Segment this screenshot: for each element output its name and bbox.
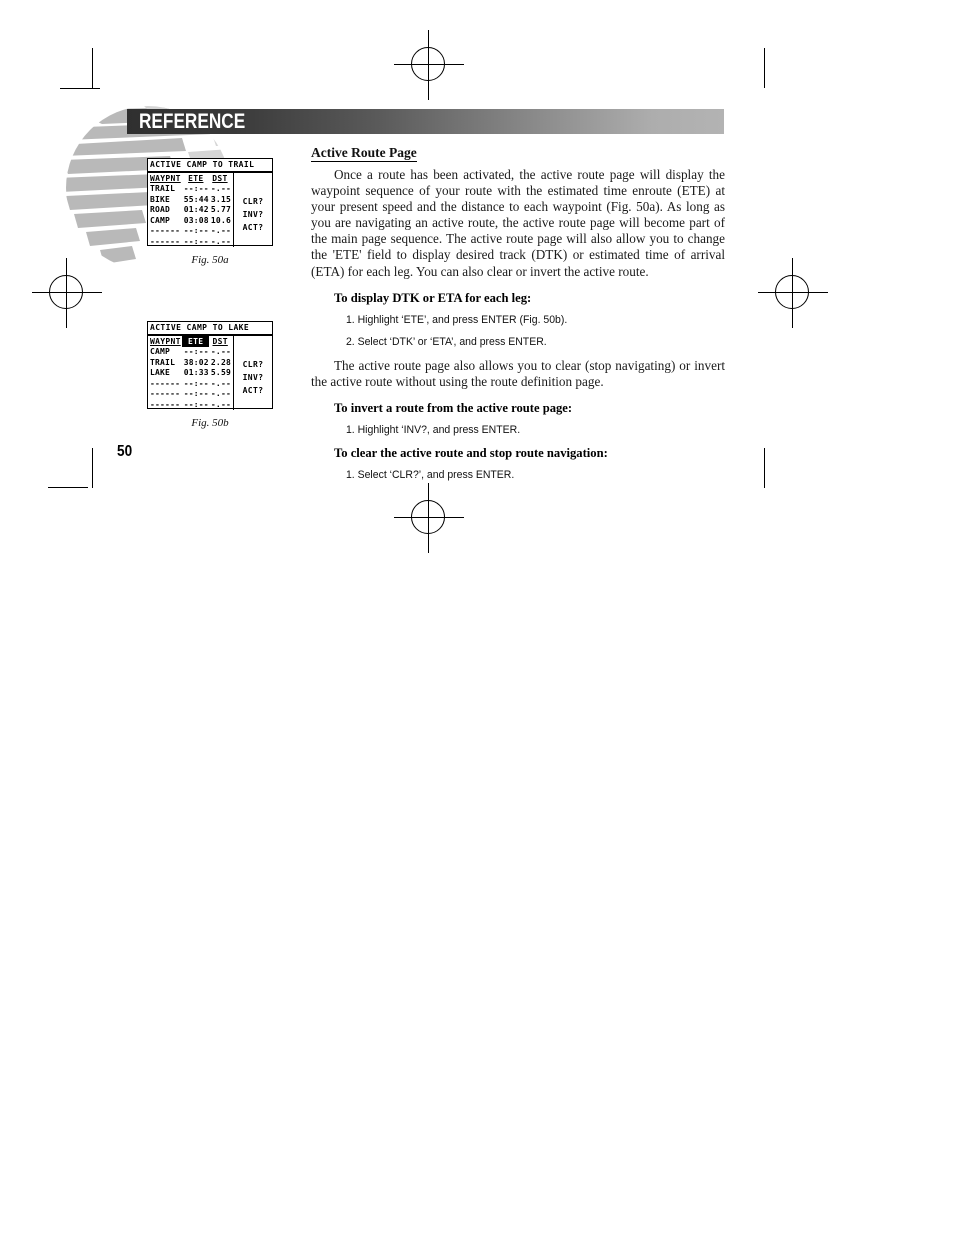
row-ete: --:-- xyxy=(183,399,209,409)
row-dst: 5.77 xyxy=(210,205,231,214)
gps-action-buttons: CLR? INV? ACT? xyxy=(234,336,272,410)
table-row[interactable]: CAMP 03:08 10.6 xyxy=(148,216,233,227)
row-waypoint: ROAD xyxy=(150,205,171,214)
table-row[interactable]: ------ --:-- -.-- xyxy=(148,226,233,237)
gps-table-header: WAYPNT ETE DST xyxy=(148,173,233,184)
row-ete: 55:44 xyxy=(183,194,209,204)
gps-route-table: WAYPNT ETE DST CAMP --:-- -.-- TRAIL 38:… xyxy=(148,336,234,410)
row-waypoint: ------ xyxy=(150,378,181,388)
row-ete: --:-- xyxy=(183,347,209,356)
procedure-step: 1. Highlight ‘ETE’, and press ENTER (Fig… xyxy=(345,313,568,326)
gps-screen-title: ACTIVE CAMP TO LAKE xyxy=(148,322,272,336)
row-ete: --:-- xyxy=(183,236,209,246)
crop-mark-top-left-horizontal xyxy=(60,88,100,89)
clear-route-button[interactable]: CLR? xyxy=(234,358,272,371)
row-ete: --:-- xyxy=(183,389,209,398)
column-header-ete-highlighted[interactable]: ETE xyxy=(181,336,210,347)
row-waypoint: ------ xyxy=(150,236,181,246)
table-row[interactable]: ------ --:-- -.-- xyxy=(148,379,233,390)
procedure-step: 2. Select ‘DTK’ or ‘ETA’, and press ENTE… xyxy=(345,335,547,348)
row-dst: -.-- xyxy=(210,184,231,193)
row-ete: --:-- xyxy=(183,226,209,235)
gps-action-buttons: CLR? INV? ACT? xyxy=(234,173,272,247)
column-header-dst: DST xyxy=(212,174,228,183)
row-dst: 2.28 xyxy=(210,357,231,367)
intro-paragraph: Once a route has been activated, the act… xyxy=(311,167,725,279)
crop-mark-bottom-left-vertical xyxy=(92,448,93,488)
row-waypoint: ------ xyxy=(150,389,181,398)
row-waypoint: LAKE xyxy=(150,368,171,377)
registration-mark-top xyxy=(394,30,464,100)
table-row[interactable]: ------ --:-- -.-- xyxy=(148,400,233,411)
table-row[interactable]: TRAIL --:-- -.-- xyxy=(148,184,233,195)
table-row[interactable]: ------ --:-- -.-- xyxy=(148,389,233,400)
row-dst: -.-- xyxy=(210,226,231,235)
row-dst: 10.6 xyxy=(210,215,231,225)
procedure-step: 1. Highlight ‘INV?, and press ENTER. xyxy=(345,423,521,436)
row-ete: --:-- xyxy=(183,378,209,388)
gps-route-table: WAYPNT ETE DST TRAIL --:-- -.-- BIKE 55:… xyxy=(148,173,234,247)
gps-screen-fig-50b: ACTIVE CAMP TO LAKE WAYPNT ETE DST CAMP … xyxy=(147,321,273,410)
table-row[interactable]: TRAIL 38:02 2.28 xyxy=(148,358,233,369)
row-waypoint: BIKE xyxy=(150,194,171,204)
figure-caption-50b: Fig. 50b xyxy=(191,417,229,429)
row-waypoint: TRAIL xyxy=(150,184,176,193)
row-dst: -.-- xyxy=(210,389,231,398)
row-ete: 38:02 xyxy=(183,357,209,367)
crop-mark-top-right-vertical xyxy=(764,48,765,88)
row-ete: --:-- xyxy=(183,184,209,193)
procedure-heading-clear-route: To clear the active route and stop route… xyxy=(334,445,608,460)
procedure-step: 1. Select ‘CLR?’, and press ENTER. xyxy=(345,468,515,481)
row-waypoint: CAMP xyxy=(150,347,171,356)
row-ete: 01:33 xyxy=(183,368,209,377)
page-number: 50 xyxy=(117,443,133,460)
registration-mark-bottom xyxy=(394,483,464,553)
activate-route-button[interactable]: ACT? xyxy=(234,221,272,234)
middle-paragraph: The active route page also allows you to… xyxy=(311,357,725,389)
page-header-banner: REFERENCE xyxy=(127,109,724,134)
section-title: Active Route Page xyxy=(311,145,417,162)
row-ete: 03:08 xyxy=(183,215,209,225)
table-row[interactable]: BIKE 55:44 3.15 xyxy=(148,195,233,206)
figure-caption-50a: Fig. 50a xyxy=(191,254,229,266)
row-dst: -.-- xyxy=(210,236,231,246)
column-header-waypoint: WAYPNT xyxy=(150,337,181,346)
registration-mark-right xyxy=(758,258,828,328)
table-row[interactable]: CAMP --:-- -.-- xyxy=(148,347,233,358)
button-spacer xyxy=(234,336,272,358)
gps-table-header: WAYPNT ETE DST xyxy=(148,336,233,347)
row-dst: 5.59 xyxy=(210,368,231,377)
crop-mark-bottom-left-horizontal xyxy=(48,487,88,488)
row-waypoint: ------ xyxy=(150,226,181,235)
column-header-ete[interactable]: ETE xyxy=(183,173,209,184)
gps-screen-title: ACTIVE CAMP TO TRAIL xyxy=(148,159,272,173)
row-waypoint: CAMP xyxy=(150,215,171,225)
table-row[interactable]: ROAD 01:42 5.77 xyxy=(148,205,233,216)
crop-mark-bottom-right-vertical xyxy=(764,448,765,488)
row-waypoint: TRAIL xyxy=(150,357,176,367)
row-dst: -.-- xyxy=(210,347,231,356)
invert-route-button[interactable]: INV? xyxy=(234,208,272,221)
button-spacer xyxy=(234,173,272,195)
row-ete: 01:42 xyxy=(183,205,209,214)
column-header-dst: DST xyxy=(212,337,228,346)
clear-route-button[interactable]: CLR? xyxy=(234,195,272,208)
gps-screen-fig-50a: ACTIVE CAMP TO TRAIL WAYPNT ETE DST TRAI… xyxy=(147,158,273,247)
invert-route-button[interactable]: INV? xyxy=(234,371,272,384)
activate-route-button[interactable]: ACT? xyxy=(234,384,272,397)
page-header-title: REFERENCE xyxy=(139,110,246,133)
crop-mark-top-left-vertical xyxy=(92,48,93,88)
procedure-heading-invert-route: To invert a route from the active route … xyxy=(334,400,573,415)
row-dst: 3.15 xyxy=(210,194,231,204)
row-waypoint: ------ xyxy=(150,399,181,409)
table-row[interactable]: ------ --:-- -.-- xyxy=(148,237,233,248)
column-header-waypoint: WAYPNT xyxy=(150,174,181,183)
procedure-heading-display-dtk-eta: To display DTK or ETA for each leg: xyxy=(334,290,532,305)
row-dst: -.-- xyxy=(210,399,231,409)
row-dst: -.-- xyxy=(210,378,231,388)
main-content: Active Route Page Once a route has been … xyxy=(311,144,725,491)
table-row[interactable]: LAKE 01:33 5.59 xyxy=(148,368,233,379)
